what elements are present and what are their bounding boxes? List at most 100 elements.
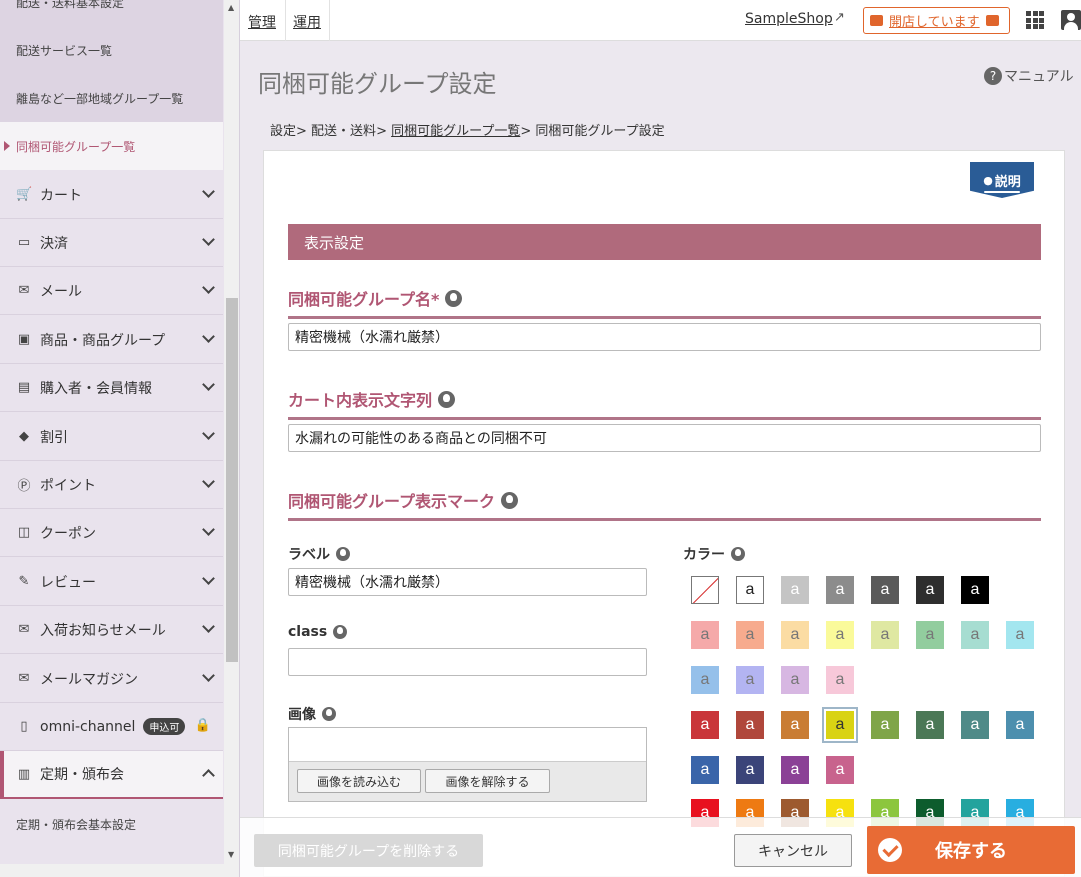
chevron-down-icon: [202, 572, 215, 585]
image-field-title: 画像: [288, 704, 336, 724]
color-field-title: カラー: [683, 544, 745, 564]
color-swatch[interactable]: a: [916, 711, 944, 739]
sidebar-item-newsletter[interactable]: ✉ メールマガジン: [0, 655, 223, 703]
manual-link[interactable]: ? マニュアル: [984, 66, 1074, 86]
lightbulb-help-icon[interactable]: [333, 625, 348, 639]
sidebar-item-points[interactable]: Ⓟ ポイント: [0, 461, 223, 509]
sidebar-subitem-remote-islands[interactable]: 離島など一部地域グループ一覧: [0, 74, 223, 122]
color-swatch[interactable]: a: [871, 621, 899, 649]
color-swatch[interactable]: a: [736, 576, 764, 604]
save-button[interactable]: 保存する: [867, 826, 1075, 874]
color-swatch[interactable]: a: [961, 711, 989, 739]
sidebar-subitem-bundle-groups[interactable]: 同梱可能グループ一覧: [0, 122, 223, 170]
sidebar-item-products[interactable]: ▣ 商品・商品グループ: [0, 316, 223, 364]
color-swatch[interactable]: a: [781, 621, 809, 649]
sidebar-item-customers[interactable]: ▤ 購入者・会員情報: [0, 364, 223, 412]
sidebar-item-mail[interactable]: ✉ メール: [0, 267, 223, 315]
color-swatch[interactable]: a: [822, 707, 858, 743]
nav-operation[interactable]: 運用: [293, 12, 321, 32]
chevron-down-icon: [202, 427, 215, 440]
group-name-input[interactable]: 精密機械（水濡れ厳禁）: [288, 323, 1041, 351]
color-swatch[interactable]: a: [916, 621, 944, 649]
color-swatch[interactable]: a: [1006, 621, 1034, 649]
sidebar-scrollbar-thumb[interactable]: [226, 298, 238, 662]
chevron-down-icon: [202, 281, 215, 294]
chevron-down-icon: [202, 669, 215, 682]
scroll-down-arrow-icon[interactable]: ▼: [228, 850, 234, 859]
delete-group-label: 同梱可能グループを削除する: [277, 843, 460, 860]
color-swatch[interactable]: a: [781, 576, 809, 604]
color-swatch-none[interactable]: [691, 576, 719, 604]
sidebar-item-discount[interactable]: ◆ 割引: [0, 413, 223, 461]
chevron-down-icon: [202, 330, 215, 343]
sidebar-item-cart[interactable]: 🛒 カート: [0, 171, 223, 219]
sidebar-item-restock-mail[interactable]: ✉ 入荷お知らせメール: [0, 606, 223, 654]
lightbulb-help-icon[interactable]: [438, 390, 456, 408]
lightbulb-help-icon[interactable]: [322, 707, 336, 721]
sidebar-subitem-shipping-basic[interactable]: 配送・送料基本設定: [0, 0, 223, 26]
color-swatch[interactable]: a: [781, 711, 809, 739]
color-swatch[interactable]: a: [691, 666, 719, 694]
field-title-label: カート内表示文字列: [288, 391, 433, 410]
cart-text-input[interactable]: 水漏れの可能性のある商品との同梱不可: [288, 424, 1041, 452]
color-swatch[interactable]: a: [691, 756, 719, 784]
color-swatch[interactable]: a: [916, 576, 944, 604]
clear-image-button[interactable]: 画像を解除する: [425, 769, 550, 793]
color-swatch[interactable]: a: [691, 621, 719, 649]
sidebar-item-reviews[interactable]: ✎ レビュー: [0, 558, 223, 606]
image-upload-box[interactable]: 画像を読み込む 画像を解除する: [288, 727, 647, 802]
color-swatch[interactable]: a: [736, 711, 764, 739]
color-swatch[interactable]: a: [961, 576, 989, 604]
manual-label: マニュアル: [1004, 69, 1074, 85]
credit-card-icon: ▭: [17, 235, 31, 250]
lightbulb-help-icon[interactable]: [501, 491, 519, 509]
load-image-button[interactable]: 画像を読み込む: [297, 769, 421, 793]
lightbulb-help-icon[interactable]: [731, 547, 745, 561]
sidebar-item-label: 商品・商品グループ: [40, 332, 166, 349]
color-swatch[interactable]: a: [961, 621, 989, 649]
color-title-text: カラー: [683, 547, 725, 563]
user-account-icon[interactable]: [1061, 10, 1081, 30]
chevron-up-icon: [202, 769, 215, 782]
apps-grid-icon[interactable]: [1026, 11, 1044, 29]
delete-group-button[interactable]: 同梱可能グループを削除する: [254, 834, 483, 867]
sidebar-subitem-subscription-basic[interactable]: 定期・頒布会基本設定: [0, 800, 223, 848]
sidebar-subitem-delivery-services[interactable]: 配送サービス一覧: [0, 26, 223, 74]
scroll-up-arrow-icon[interactable]: ▲: [228, 3, 234, 12]
sidebar-item-label: メール: [40, 283, 82, 300]
nav-manage[interactable]: 管理: [248, 12, 276, 32]
color-swatch[interactable]: a: [781, 666, 809, 694]
breadcrumb-shipping[interactable]: 配送・送料: [311, 124, 376, 139]
sidebar-item-omni-channel[interactable]: ▯ omni-channel 申込可 🔒: [0, 703, 223, 751]
external-link-icon[interactable]: ↗: [834, 10, 845, 25]
color-swatch[interactable]: a: [736, 666, 764, 694]
lightbulb-help-icon[interactable]: [336, 547, 350, 561]
explain-button[interactable]: ● 説明: [970, 162, 1034, 198]
color-swatch[interactable]: a: [826, 666, 854, 694]
color-swatch[interactable]: a: [871, 711, 899, 739]
breadcrumb: 設定> 配送・送料> 同梱可能グループ一覧> 同梱可能グループ設定: [270, 124, 665, 139]
store-open-status-button[interactable]: 開店しています: [863, 7, 1010, 34]
breadcrumb-current: 同梱可能グループ設定: [535, 124, 665, 139]
store-icon: [870, 15, 883, 26]
color-swatch[interactable]: a: [871, 576, 899, 604]
label-input[interactable]: 精密機械（水濡れ厳禁）: [288, 568, 647, 596]
color-swatch[interactable]: a: [1006, 711, 1034, 739]
breadcrumb-bundle-group-list[interactable]: 同梱可能グループ一覧: [391, 124, 520, 139]
color-swatch[interactable]: a: [781, 756, 809, 784]
sidebar-item-payment[interactable]: ▭ 決済: [0, 219, 223, 267]
color-swatch[interactable]: a: [736, 621, 764, 649]
color-swatch[interactable]: a: [826, 621, 854, 649]
color-swatch[interactable]: a: [736, 756, 764, 784]
color-swatch[interactable]: a: [826, 756, 854, 784]
color-swatch[interactable]: a: [826, 576, 854, 604]
shop-link[interactable]: SampleShop: [745, 11, 833, 27]
breadcrumb-settings[interactable]: 設定: [270, 124, 296, 139]
sidebar-item-subscription[interactable]: ▥ 定期・頒布会: [0, 751, 223, 799]
cancel-button[interactable]: キャンセル: [734, 834, 852, 867]
color-swatch[interactable]: a: [691, 711, 719, 739]
class-input[interactable]: [288, 648, 647, 676]
sidebar-horizontal-scrollbar[interactable]: [0, 864, 224, 877]
lightbulb-help-icon[interactable]: [445, 289, 463, 307]
sidebar-item-coupons[interactable]: ◫ クーポン: [0, 509, 223, 557]
